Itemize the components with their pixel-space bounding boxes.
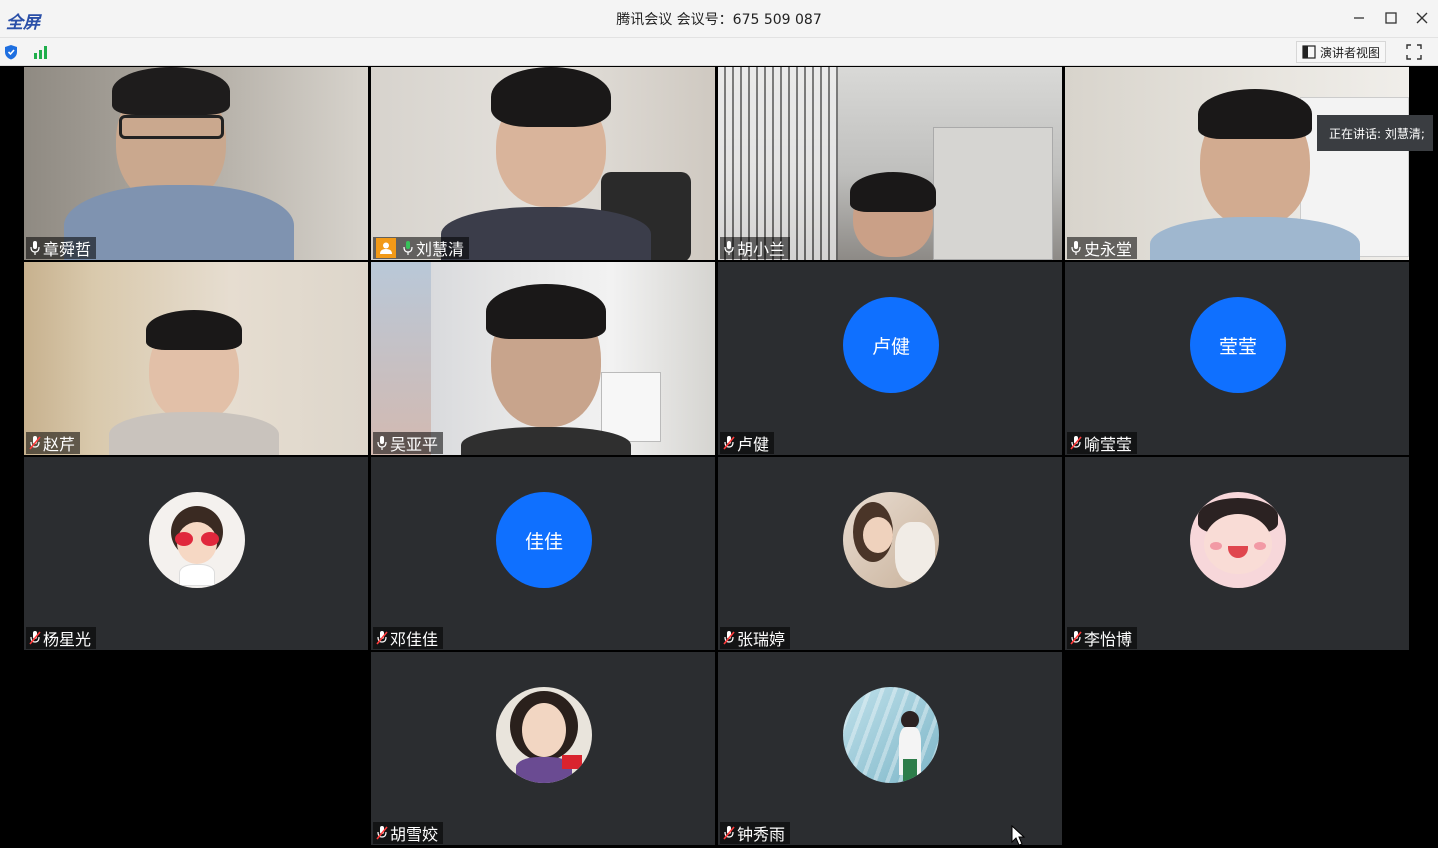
- participant-tile[interactable]: 赵芹: [24, 262, 368, 455]
- participant-name-tag: 杨星光: [26, 627, 97, 649]
- microphone-muted-icon: [29, 435, 41, 451]
- microphone-on-icon: [723, 240, 735, 256]
- participant-name-tag: 钟秀雨: [720, 822, 791, 844]
- participant-name-tag: 李怡博: [1067, 627, 1138, 649]
- participant-name: 邓佳佳: [390, 630, 439, 649]
- participant-tile[interactable]: 卢健 卢健: [718, 262, 1062, 455]
- participant-name: 刘慧清: [416, 240, 465, 259]
- microphone-on-icon: [376, 435, 388, 451]
- minimize-icon: [1354, 17, 1364, 19]
- avatar: [843, 492, 939, 588]
- microphone-muted-icon: [1070, 630, 1082, 646]
- microphone-muted-icon: [29, 630, 41, 646]
- video-feed: [718, 67, 1062, 260]
- video-feed: [371, 67, 715, 260]
- participant-tile[interactable]: 胡小兰: [718, 67, 1062, 260]
- signal-bars-icon[interactable]: [33, 44, 49, 63]
- speaker-view-label: 演讲者视图: [1320, 45, 1381, 60]
- avatar: [1190, 492, 1286, 588]
- avatar: [149, 492, 245, 588]
- participant-tile[interactable]: 刘慧清: [371, 67, 715, 260]
- participant-name-tag: 章舜哲: [26, 237, 97, 259]
- participant-name-tag: 卢健: [720, 432, 775, 454]
- microphone-muted-icon: [723, 825, 735, 841]
- close-icon: [1416, 12, 1428, 24]
- participant-tile[interactable]: 杨星光: [24, 457, 368, 650]
- participant-name: 钟秀雨: [737, 825, 786, 844]
- maximize-button[interactable]: [1379, 6, 1403, 30]
- participant-name: 胡雪姣: [390, 825, 439, 844]
- title-bar: 全屏 腾讯会议 会议号：675 509 087: [0, 0, 1438, 38]
- participant-name: 吴亚平: [390, 435, 439, 454]
- video-feed: [24, 67, 368, 260]
- video-feed: [371, 262, 715, 455]
- speaker-view-button[interactable]: 演讲者视图: [1296, 41, 1387, 63]
- microphone-muted-icon: [1070, 435, 1082, 451]
- participant-name-tag: 刘慧清: [373, 237, 470, 259]
- participant-name: 李怡博: [1084, 630, 1133, 649]
- mouse-cursor-icon: [1011, 825, 1026, 846]
- microphone-muted-icon: [376, 825, 388, 841]
- participant-name: 胡小兰: [737, 240, 786, 259]
- participant-tile[interactable]: 史永堂: [1065, 67, 1409, 260]
- minimize-button[interactable]: [1347, 6, 1371, 30]
- microphone-on-icon: [1070, 240, 1082, 256]
- participant-name: 张瑞婷: [737, 630, 786, 649]
- avatar: 莹莹: [1190, 297, 1286, 393]
- participant-name: 史永堂: [1084, 240, 1133, 259]
- participant-tile[interactable]: 佳佳 邓佳佳: [371, 457, 715, 650]
- participant-tile[interactable]: 莹莹 喻莹莹: [1065, 262, 1409, 455]
- speaker-view-icon: [1302, 45, 1316, 59]
- avatar: 卢健: [843, 297, 939, 393]
- participant-name: 杨星光: [43, 630, 92, 649]
- meeting-toolbar: 演讲者视图: [0, 38, 1438, 66]
- window-title: 腾讯会议 会议号：675 509 087: [616, 12, 822, 28]
- microphone-on-icon: [29, 240, 41, 256]
- avatar: 佳佳: [496, 492, 592, 588]
- microphone-muted-icon: [723, 435, 735, 451]
- participant-tile[interactable]: 李怡博: [1065, 457, 1409, 650]
- microphone-muted-icon: [376, 630, 388, 646]
- participant-tile[interactable]: 张瑞婷: [718, 457, 1062, 650]
- participant-tile[interactable]: 胡雪姣: [371, 652, 715, 845]
- microphone-muted-icon: [723, 630, 735, 646]
- video-feed: [1065, 67, 1409, 260]
- shield-icon[interactable]: [4, 44, 18, 64]
- speaking-indicator: 正在讲话: 刘慧清;: [1317, 115, 1433, 151]
- avatar: [496, 687, 592, 783]
- participant-tile[interactable]: 吴亚平: [371, 262, 715, 455]
- maximize-icon: [1385, 12, 1397, 24]
- participant-name-tag: 吴亚平: [373, 432, 444, 454]
- video-feed: [24, 262, 368, 455]
- participant-name: 章舜哲: [43, 240, 92, 259]
- avatar: [843, 687, 939, 783]
- participant-name-tag: 史永堂: [1067, 237, 1138, 259]
- participant-name-tag: 喻莹莹: [1067, 432, 1138, 454]
- participant-name: 喻莹莹: [1084, 435, 1133, 454]
- participant-name-tag: 邓佳佳: [373, 627, 444, 649]
- participant-name-tag: 胡雪姣: [373, 822, 444, 844]
- participant-name-tag: 张瑞婷: [720, 627, 791, 649]
- participant-name: 卢健: [737, 435, 770, 454]
- fullscreen-button[interactable]: [1404, 42, 1424, 62]
- participant-name: 赵芹: [43, 435, 76, 454]
- host-icon: [376, 238, 396, 258]
- participant-tile[interactable]: 钟秀雨: [718, 652, 1062, 845]
- fullscreen-icon: [1406, 44, 1422, 60]
- participant-name-tag: 赵芹: [26, 432, 81, 454]
- close-button[interactable]: [1410, 6, 1434, 30]
- microphone-speaking-icon: [402, 240, 414, 256]
- participant-tile[interactable]: 章舜哲: [24, 67, 368, 260]
- participant-name-tag: 胡小兰: [720, 237, 791, 259]
